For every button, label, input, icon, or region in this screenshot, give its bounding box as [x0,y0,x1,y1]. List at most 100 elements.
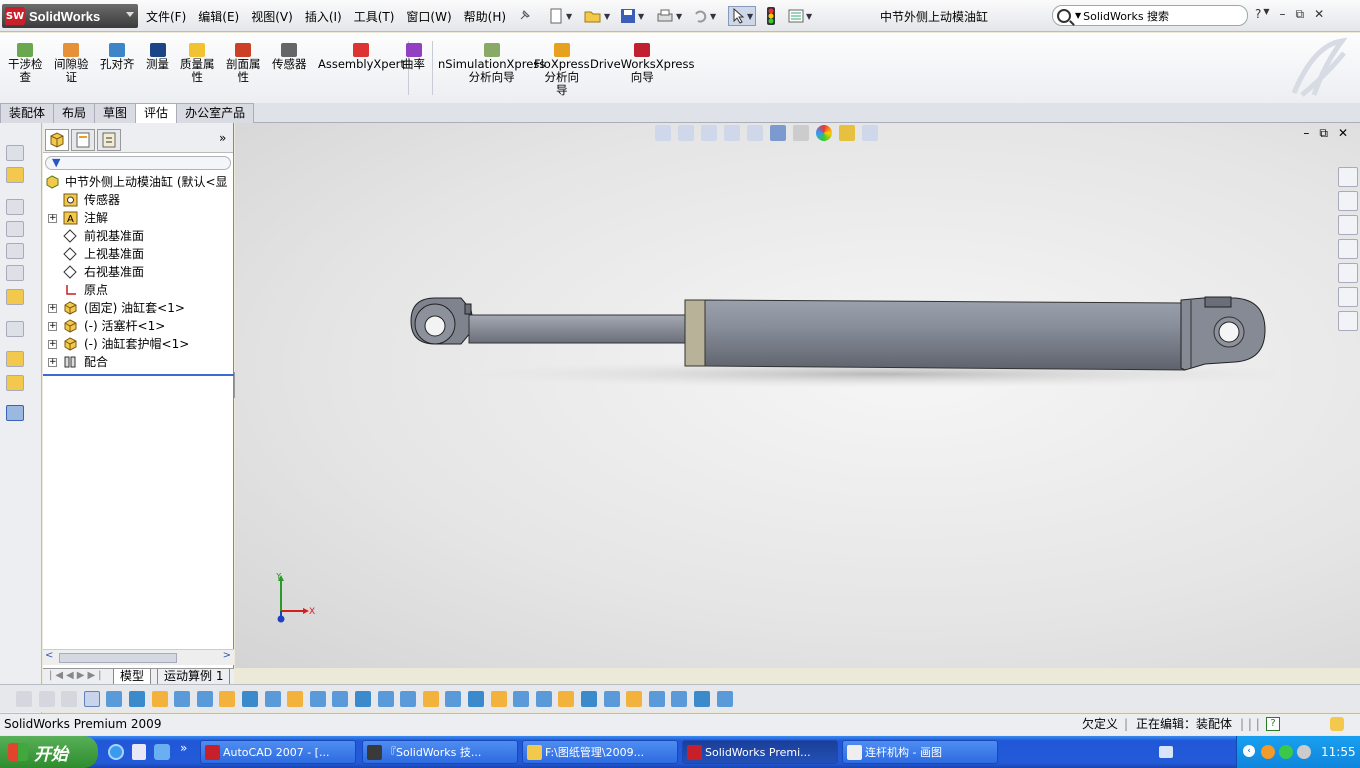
section-view-icon[interactable] [724,125,740,141]
rollback-bar[interactable] [43,374,234,376]
hydraulic-cylinder-model[interactable] [405,288,1275,388]
quicklaunch-expand-icon[interactable]: » [180,741,187,755]
previous-view-icon[interactable] [701,125,717,141]
tree-item[interactable]: 右视基准面 [43,263,233,281]
viewport-restore-button[interactable]: ⧉ [1319,126,1328,141]
rotate-entities-icon[interactable] [445,691,462,707]
intersection-icon[interactable] [626,691,643,707]
tray-expand-icon[interactable]: ‹ [1243,745,1255,757]
options-icon[interactable]: ▼ [788,6,812,26]
scroll-left-icon[interactable]: < [45,650,53,661]
pattern-icon[interactable] [535,691,552,707]
convert-entities-icon[interactable] [603,691,620,707]
network-icon[interactable] [1279,745,1293,759]
relations-icon[interactable] [671,691,688,707]
tool-simulationxpress[interactable]: nSimulationXpress 分析向导 [438,43,545,84]
minimize-button[interactable]: – [1280,7,1286,22]
tree-item[interactable]: + (-) 活塞杆<1> [43,317,233,335]
rectangle-icon[interactable] [196,691,213,707]
restore-button[interactable]: ⧉ [1296,7,1305,22]
reference-geometry-icon[interactable] [6,351,24,367]
expand-icon[interactable]: + [48,214,57,223]
home-icon[interactable] [1338,167,1358,187]
pin-icon[interactable] [512,8,538,25]
select-other-icon[interactable] [129,691,145,707]
open-folder-icon[interactable]: ▼ [584,6,610,26]
filter-edges-icon[interactable] [61,691,78,707]
measure-icon[interactable] [6,405,24,421]
select-dropdown-icon[interactable] [106,691,123,707]
explorer-icon[interactable] [154,744,170,760]
custom-properties-icon[interactable] [1338,311,1358,331]
appearances-icon[interactable] [1338,287,1358,307]
fillet-icon[interactable] [558,691,575,707]
design-library-icon[interactable] [1338,191,1358,211]
expand-icon[interactable]: + [48,304,57,313]
tab-model[interactable]: 模型 [113,669,152,685]
extend-icon[interactable] [355,691,371,707]
menu-help[interactable]: 帮助(H) [458,8,512,25]
tool-assemblyxpert[interactable]: AssemblyXpert [318,43,405,71]
tree-item[interactable]: + (固定) 油缸套<1> [43,299,233,317]
vertical-icon[interactable] [716,691,733,707]
start-button[interactable]: 开始 [0,736,98,768]
tab-1[interactable]: 布局 [53,103,96,123]
tree-item[interactable]: + (-) 油缸套护帽<1> [43,335,233,353]
tool-mass-properties[interactable]: 质量属 性 [180,43,215,84]
smart-dimension-icon[interactable] [174,691,191,707]
print-icon[interactable]: ▼ [656,6,682,26]
taskbar-item[interactable]: AutoCAD 2007 - [... [200,740,356,764]
feature-tree-tab-icon[interactable] [45,129,69,151]
undo-icon[interactable]: ▼ [692,6,716,26]
offset-icon[interactable] [377,691,394,707]
tab-4[interactable]: 办公室产品 [176,103,255,123]
apply-scene-icon[interactable] [839,125,855,141]
text-icon[interactable] [648,691,665,707]
tool-measure[interactable]: 测量 [146,43,169,71]
chevron-down-icon[interactable]: ▼ [1263,7,1269,22]
tool-driveworksxpress[interactable]: DriveWorksXpress 向导 [590,43,694,84]
tool-sensor[interactable]: 传感器 [272,43,307,71]
tool-curvature[interactable]: 曲率 [402,43,425,71]
view-orientation-icon[interactable] [747,125,763,141]
expand-icon[interactable]: + [48,358,57,367]
tree-root[interactable]: 中节外侧上动模油缸 (默认<显 [43,173,233,191]
search-results-icon[interactable] [1338,239,1358,259]
tool-interference-check[interactable]: 干涉检 查 [8,43,43,84]
move-entities-icon[interactable] [422,691,439,707]
qq-icon[interactable] [1261,745,1275,759]
tool-section-properties[interactable]: 剖面属 性 [226,43,261,84]
zoom-to-fit-icon[interactable] [655,125,671,141]
expand-panel-icon[interactable]: » [219,131,226,145]
desktop-icon[interactable] [132,744,146,760]
explode-view-icon[interactable] [6,289,24,305]
zoom-to-area-icon[interactable] [678,125,694,141]
filter-icon[interactable] [16,691,32,707]
scroll-right-icon[interactable]: > [223,650,231,661]
view-settings-icon[interactable] [862,125,878,141]
trim-icon[interactable] [332,691,349,707]
menu-tools[interactable]: 工具(T) [348,8,401,25]
tree-item[interactable]: + 配合 [43,353,233,371]
mirror-icon[interactable] [400,691,417,707]
centerline-icon[interactable] [309,691,326,707]
menu-window[interactable]: 窗口(W) [400,8,457,25]
tab-motion-study[interactable]: 运动算例 1 [157,669,231,685]
hide-show-items-icon[interactable] [793,125,809,141]
expand-icon[interactable]: + [48,322,57,331]
tab-0[interactable]: 装配体 [0,103,55,123]
tab-2[interactable]: 草图 [94,103,137,123]
circle-icon[interactable] [219,691,236,707]
arc-icon[interactable] [242,691,258,707]
select-icon[interactable] [83,691,100,707]
mate-icon[interactable] [6,199,24,215]
tool-hole-align[interactable]: 孔对齐 [100,43,135,71]
tree-item[interactable]: 前视基准面 [43,227,233,245]
taskbar-item[interactable]: SolidWorks Premi... [682,740,838,764]
point-icon[interactable] [287,691,304,707]
chamfer-icon[interactable] [581,691,597,707]
close-button[interactable]: ✕ [1314,7,1324,22]
stretch-icon[interactable] [513,691,530,707]
menu-insert[interactable]: 插入(I) [299,8,348,25]
spline-icon[interactable] [264,691,281,707]
